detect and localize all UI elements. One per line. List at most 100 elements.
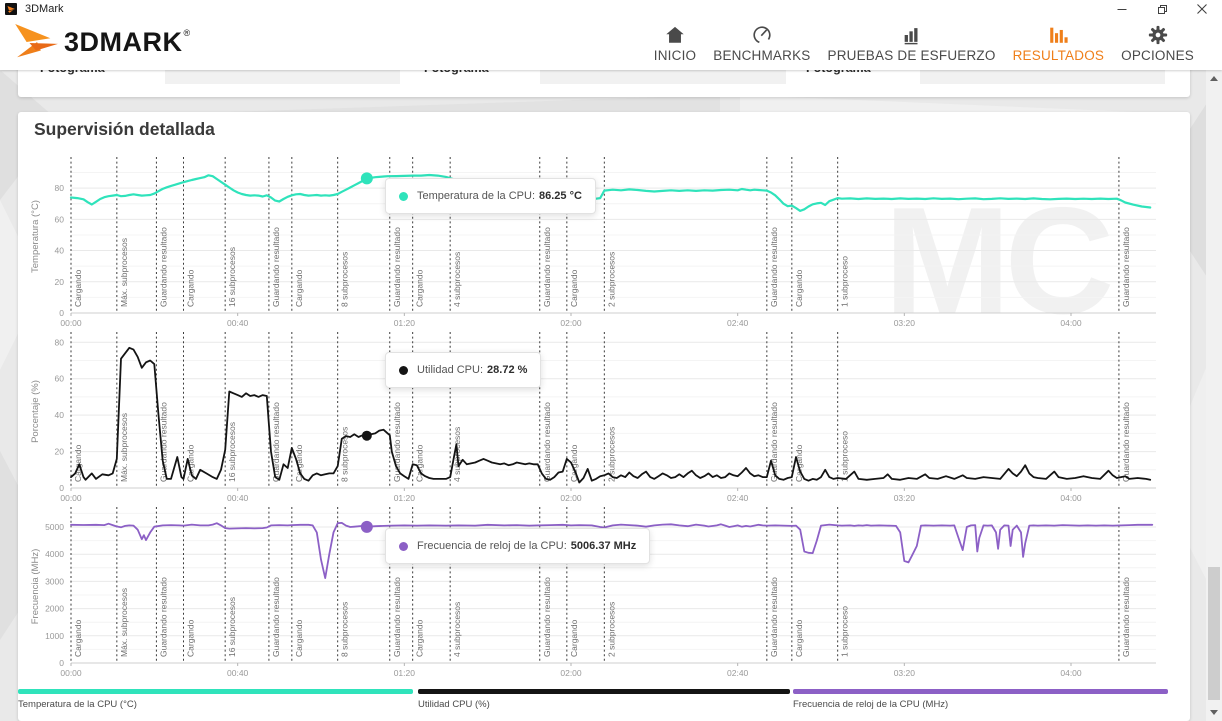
x-tick-label: 02:40 (727, 668, 749, 678)
temperature-chart[interactable]: 02040608000:0000:4001:2002:0002:4003:200… (18, 155, 1190, 330)
window-title: 3DMark (25, 3, 64, 15)
event-label: 1 subproceso (840, 256, 850, 307)
nav-item-inicio[interactable]: INICIO (652, 24, 698, 63)
tooltip-label: Utilidad CPU: (417, 364, 483, 376)
y-tick-label: 80 (55, 337, 65, 347)
utilization-tooltip: Utilidad CPU: 28.72 % (385, 352, 541, 388)
event-label: Guardando resultado (158, 577, 168, 657)
close-button[interactable] (1182, 0, 1222, 18)
event-label: Máx. subprocesos (119, 588, 129, 657)
event-label: Cargando (415, 619, 425, 657)
event-label: 4 subprocesos (452, 252, 462, 307)
series-dot-icon (399, 542, 408, 551)
event-label: Guardando resultado (1121, 402, 1131, 482)
restore-icon (1157, 4, 1168, 15)
legend-item-utilization[interactable]: Utilidad CPU (%) (418, 689, 790, 710)
fotograma-field[interactable] (165, 69, 400, 84)
event-label: 8 subprocesos (340, 602, 350, 657)
y-axis-label: Frecuencia (MHz) (30, 549, 41, 625)
restore-button[interactable] (1142, 0, 1182, 18)
event-label: Guardando resultado (542, 402, 552, 482)
gear-icon (1147, 24, 1169, 46)
tooltip-value: 86.25 °C (539, 190, 582, 202)
y-tick-label: 60 (55, 374, 65, 384)
y-tick-label: 0 (59, 658, 64, 668)
event-label: 16 subprocesos (227, 422, 237, 482)
event-label: Guardando resultado (1121, 227, 1131, 307)
legend-label: Utilidad CPU (%) (418, 699, 790, 710)
y-tick-label: 20 (55, 277, 65, 287)
event-label: Guardando resultado (392, 577, 402, 657)
event-label: Máx. subprocesos (119, 238, 129, 307)
legend-color-bar (418, 689, 790, 694)
event-label: Cargando (415, 269, 425, 307)
monitoring-card: Supervisión detallada MC 02040608000:000… (18, 112, 1190, 721)
close-icon (1197, 4, 1207, 14)
speedometer-icon (751, 24, 773, 46)
fotograma-field[interactable] (540, 69, 786, 84)
event-label: Guardando resultado (392, 402, 402, 482)
x-tick-label: 04:00 (1060, 318, 1082, 328)
y-tick-label: 60 (55, 214, 65, 224)
vertical-scrollbar[interactable] (1206, 70, 1222, 721)
event-label: 1 subproceso (840, 606, 850, 657)
event-label: 16 subprocesos (227, 247, 237, 307)
utilization-chart[interactable]: 02040608000:0000:4001:2002:0002:4003:200… (18, 330, 1190, 505)
x-tick-label: 02:00 (560, 668, 582, 678)
fotograma-field[interactable] (920, 69, 1165, 84)
titlebar: 3DMark (0, 0, 1222, 18)
scrollbar-thumb[interactable] (1208, 567, 1220, 700)
3dmark-window: Fotograma Fotograma Fotograma Supervisió… (0, 0, 1222, 721)
x-tick-label: 01:20 (394, 318, 416, 328)
event-label: Guardando resultado (271, 577, 281, 657)
bg-polygon (200, 95, 720, 113)
nav-item-benchmarks[interactable]: BENCHMARKS (711, 24, 812, 63)
nav-item-pruebas-de-esfuerzo[interactable]: PRUEBAS DE ESFUERZO (826, 24, 998, 63)
cpu-utilization-marker (362, 431, 372, 441)
event-label: 4 subprocesos (452, 602, 462, 657)
y-tick-label: 0 (59, 483, 64, 493)
y-tick-label: 2000 (45, 604, 64, 614)
legend-item-frequency[interactable]: Frecuencia de reloj de la CPU (MHz) (793, 689, 1168, 710)
x-tick-label: 00:40 (227, 318, 249, 328)
y-tick-label: 3000 (45, 576, 64, 586)
bar-chart-icon (1047, 24, 1069, 46)
x-tick-label: 01:20 (394, 493, 416, 503)
x-tick-label: 03:20 (894, 318, 916, 328)
y-tick-label: 80 (55, 183, 65, 193)
x-tick-label: 04:00 (1060, 668, 1082, 678)
legend-color-bar (18, 689, 413, 694)
x-tick-label: 00:00 (60, 318, 82, 328)
event-label: Guardando resultado (271, 402, 281, 482)
app-header: 3DMARK ® INICIO BENCHMARKS (0, 18, 1222, 70)
x-tick-label: 00:00 (60, 493, 82, 503)
legend-item-temperature[interactable]: Temperatura de la CPU (°C) (18, 689, 413, 710)
event-label: Guardando resultado (271, 227, 281, 307)
minimize-icon (1117, 4, 1127, 14)
scroll-up-icon[interactable] (1210, 76, 1218, 81)
scroll-down-icon[interactable] (1210, 710, 1218, 715)
cpu-frequency-marker (361, 521, 373, 533)
frequency-tooltip: Frecuencia de reloj de la CPU: 5006.37 M… (385, 528, 650, 564)
tooltip-label: Temperatura de la CPU: (417, 190, 535, 202)
x-tick-label: 02:00 (560, 493, 582, 503)
event-label: 2 subprocesos (606, 252, 616, 307)
y-tick-label: 4000 (45, 549, 64, 559)
minimize-button[interactable] (1102, 0, 1142, 18)
bar-chart-icon (901, 24, 923, 46)
event-label: Guardando resultado (542, 577, 552, 657)
legend-color-bar (793, 689, 1168, 694)
bg-polygon (740, 95, 1160, 113)
logo-text: 3DMARK (64, 27, 183, 58)
event-label: 2 subprocesos (606, 602, 616, 657)
y-tick-label: 0 (59, 308, 64, 318)
x-tick-label: 03:20 (894, 493, 916, 503)
nav-item-resultados[interactable]: RESULTADOS (1011, 24, 1107, 63)
event-label: Guardando resultado (158, 402, 168, 482)
tooltip-value: 5006.37 MHz (571, 540, 636, 552)
event-label: Cargando (186, 269, 196, 307)
event-label: Cargando (294, 269, 304, 307)
y-tick-label: 5000 (45, 522, 64, 532)
nav-item-opciones[interactable]: OPCIONES (1119, 24, 1196, 63)
temperature-tooltip: Temperatura de la CPU: 86.25 °C (385, 178, 596, 214)
